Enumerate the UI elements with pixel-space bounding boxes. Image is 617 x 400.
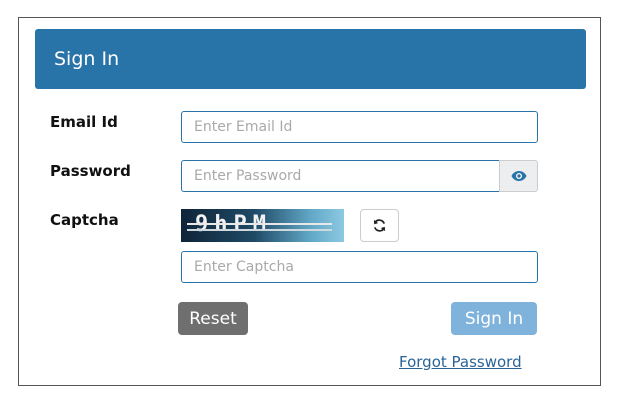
captcha-label: Captcha xyxy=(50,211,119,229)
forgot-password-link[interactable]: Forgot Password xyxy=(399,353,522,371)
captcha-noise-line xyxy=(187,229,332,231)
captcha-noise-line xyxy=(187,223,332,225)
sign-in-button[interactable]: Sign In xyxy=(451,302,537,335)
email-label: Email Id xyxy=(50,113,118,131)
page-title: Sign In xyxy=(54,48,120,70)
sign-in-panel: Sign In Email Id Password Captcha 9hPM xyxy=(18,17,601,386)
eye-icon xyxy=(511,170,527,182)
refresh-captcha-button[interactable] xyxy=(360,209,399,242)
panel-header: Sign In xyxy=(35,29,586,89)
show-password-button[interactable] xyxy=(499,160,538,192)
password-label: Password xyxy=(50,162,131,180)
email-field[interactable] xyxy=(181,111,538,143)
captcha-image: 9hPM xyxy=(181,209,344,242)
password-field[interactable] xyxy=(181,160,500,192)
reset-button[interactable]: Reset xyxy=(178,302,248,335)
captcha-field[interactable] xyxy=(181,251,538,283)
refresh-icon xyxy=(372,218,387,233)
